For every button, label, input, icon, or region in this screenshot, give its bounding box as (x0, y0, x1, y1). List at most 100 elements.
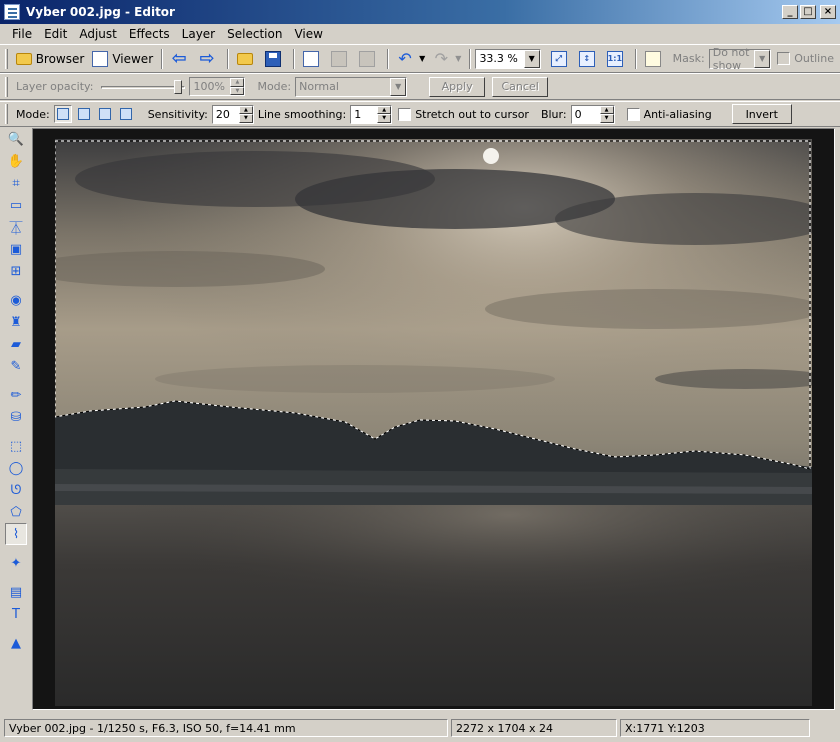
maximize-button[interactable]: □ (800, 5, 816, 19)
spin-up-icon[interactable]: ▲ (238, 105, 253, 114)
blur-value: 0 (574, 107, 582, 121)
polygon-lasso-tool[interactable]: ⬠ (5, 501, 27, 523)
separator (469, 48, 472, 69)
hand-icon: ✋ (7, 153, 25, 169)
clone-stamp-tool[interactable]: ♜ (5, 311, 27, 333)
menu-view[interactable]: View (288, 27, 328, 41)
zoom-tool[interactable]: 🔍 (5, 128, 27, 150)
open-button[interactable] (233, 48, 261, 70)
chevron-down-icon: ▼ (390, 77, 407, 96)
paste-icon (331, 50, 348, 67)
fit-window-button[interactable]: ⤢ (547, 48, 575, 70)
forward-button[interactable]: ⇨ (195, 48, 223, 70)
pencil-icon: ✏ (10, 387, 22, 403)
undo-button[interactable]: ↶ ▼ (393, 48, 429, 70)
spin-up-icon[interactable]: ▲ (377, 105, 392, 114)
antialias-checkbox[interactable] (626, 107, 640, 121)
antialias-option[interactable]: Anti-aliasing (626, 107, 712, 121)
brush-tool[interactable]: ✎ (5, 355, 27, 377)
browser-button[interactable]: Browser (12, 48, 89, 70)
stretch-checkbox[interactable] (398, 107, 412, 121)
transform-icon: ⊞ (10, 263, 22, 279)
fit-icon: ⤢ (550, 50, 567, 67)
magic-wand-tool[interactable]: ✦ (5, 552, 27, 574)
photo-image[interactable] (55, 139, 812, 706)
menu-adjust[interactable]: Adjust (73, 27, 123, 41)
actual-size-icon: 1:1 (606, 50, 623, 67)
perspective-icon: ⏄ (9, 221, 23, 237)
mode-intersect-button[interactable] (117, 105, 135, 123)
sensitivity-spinner[interactable]: 20 ▲ ▼ (211, 104, 254, 124)
transform-tool[interactable]: ⊞ (5, 260, 27, 282)
lasso-tool[interactable]: ᘎ (5, 479, 27, 501)
eraser-tool[interactable]: ▰ (5, 333, 27, 355)
chevron-down-icon[interactable]: ▼ (523, 49, 540, 68)
delete-button (355, 48, 383, 70)
ellipse-select-tool[interactable]: ◯ (5, 457, 27, 479)
paint-bucket-tool[interactable]: ⛁ (5, 406, 27, 428)
smoothing-spinner[interactable]: 1 ▲ ▼ (350, 104, 393, 124)
menu-edit[interactable]: Edit (38, 27, 73, 41)
layer-tool[interactable]: ▤ (5, 581, 27, 603)
close-button[interactable]: × (820, 5, 836, 19)
mode-subtract-button[interactable] (96, 105, 114, 123)
crop-tool[interactable]: ⌗ (5, 172, 27, 194)
separator (387, 48, 390, 69)
menu-file[interactable]: File (6, 27, 38, 41)
navigator-tool[interactable]: ▲ (5, 632, 27, 654)
photo-canvas[interactable] (55, 139, 812, 706)
zoom-select[interactable]: 33.3 % ▼ (475, 48, 541, 69)
minimize-button[interactable]: _ (782, 5, 798, 19)
fit-height-button[interactable]: ↕ (575, 48, 603, 70)
fit-height-icon: ↕ (578, 50, 595, 67)
text-icon: T (12, 606, 20, 622)
mask-edit-button[interactable] (641, 48, 669, 70)
spin-down-icon[interactable]: ▼ (377, 114, 392, 123)
toolbar-grip[interactable] (5, 48, 8, 69)
pencil-tool[interactable]: ✏ (5, 384, 27, 406)
app-icon (4, 4, 20, 20)
slider-track (101, 85, 186, 89)
red-eye-tool[interactable]: ◉ (5, 289, 27, 311)
menu-selection[interactable]: Selection (221, 27, 288, 41)
menu-effects[interactable]: Effects (123, 27, 176, 41)
menu-layer[interactable]: Layer (176, 27, 221, 41)
text-tool[interactable]: T (5, 603, 27, 625)
canvas-area[interactable] (32, 128, 835, 710)
frame-tool[interactable]: ▣ (5, 238, 27, 260)
stretch-option[interactable]: Stretch out to cursor (398, 107, 529, 121)
eraser-icon: ▰ (11, 336, 21, 352)
spin-down-icon[interactable]: ▼ (238, 114, 253, 123)
perspective-tool[interactable]: ⏄ (5, 216, 27, 238)
undo-icon: ↶ (398, 48, 412, 68)
spin-up-icon: ▲ (230, 78, 245, 87)
mode-new-button[interactable] (53, 105, 72, 123)
mask-select: Do not show ▼ (708, 46, 772, 72)
save-icon (265, 50, 282, 67)
browser-icon (15, 52, 32, 65)
title-bar: Vyber 002.jpg - Editor _ □ × (0, 0, 840, 24)
toolbar-grip[interactable] (5, 76, 8, 97)
copy-button[interactable] (299, 48, 327, 70)
main-toolbar: Browser Viewer ⇦ ⇨ ↶ ▼ ↷ ▼ 33.3 % ▼ ⤢ ↕ 1:… (0, 44, 840, 73)
viewer-button[interactable]: Viewer (88, 48, 157, 70)
magnetic-lasso-tool[interactable]: ⌇ (5, 523, 27, 545)
invert-button[interactable]: Invert (731, 104, 792, 124)
back-button[interactable]: ⇦ (167, 48, 195, 70)
mode-add-button[interactable] (75, 105, 93, 123)
window-title: Vyber 002.jpg - Editor (26, 5, 175, 19)
resize-tool[interactable]: ▭ (5, 194, 27, 216)
actual-size-button[interactable]: 1:1 (603, 48, 631, 70)
hand-tool[interactable]: ✋ (5, 150, 27, 172)
status-dimensions: 2272 x 1704 x 24 (451, 719, 617, 737)
spin-down-icon[interactable]: ▼ (599, 114, 614, 123)
outline-checkbox (777, 52, 791, 65)
save-button[interactable] (261, 48, 289, 70)
spin-up-icon[interactable]: ▲ (599, 105, 614, 114)
magnetic-lasso-icon: ⌇ (12, 526, 20, 542)
blur-spinner[interactable]: 0 ▲ ▼ (570, 104, 615, 124)
toolbar-grip[interactable] (5, 104, 8, 124)
rect-select-tool[interactable]: ⬚ (5, 435, 27, 457)
open-folder-icon (237, 52, 254, 65)
menu-bar: File Edit Adjust Effects Layer Selection… (0, 24, 840, 43)
